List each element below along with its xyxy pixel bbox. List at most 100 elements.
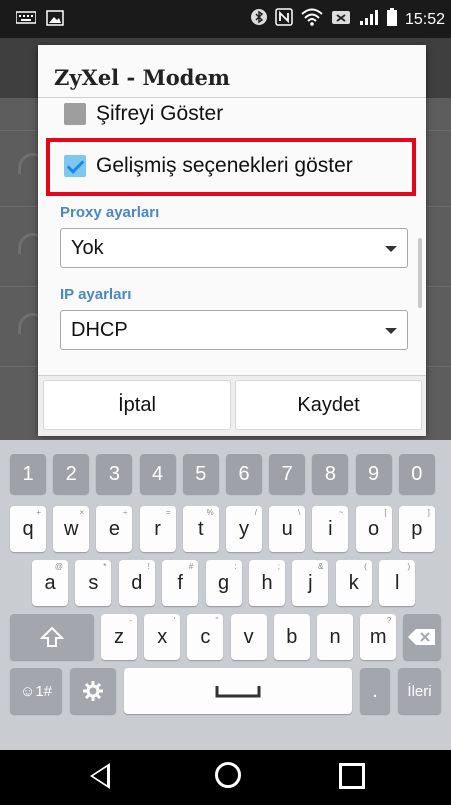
show-password-checkbox[interactable]: Şifreyi Göster — [64, 102, 223, 126]
navigation-bar — [0, 750, 451, 805]
dialog-scroll-area[interactable]: Şifreyi Göster Gelişmiş seçenekleri göst… — [38, 98, 426, 420]
next-key[interactable]: İleri — [398, 668, 441, 714]
shift-key[interactable] — [10, 614, 94, 660]
key-hint: + — [36, 508, 41, 517]
key-hint: & — [318, 562, 324, 571]
key-hint: * — [103, 562, 107, 571]
advanced-options-label: Gelişmiş seçenekleri göster — [96, 154, 353, 177]
settings-key[interactable] — [70, 668, 116, 714]
key-hint: " — [215, 616, 219, 625]
dialog-title: ZyXel - Modem — [54, 65, 231, 90]
proxy-select[interactable]: Yok — [60, 228, 408, 268]
unchecked-box-icon — [64, 103, 86, 125]
key-t[interactable]: t% — [182, 506, 219, 552]
key-hint: = — [165, 508, 171, 517]
ip-select[interactable]: DHCP — [60, 310, 408, 350]
key-hint: ] — [427, 508, 430, 517]
save-button[interactable]: Kaydet — [235, 380, 422, 430]
back-button[interactable] — [90, 763, 110, 789]
key-z[interactable]: z- — [101, 614, 137, 660]
scrollbar[interactable] — [418, 238, 422, 308]
key-hint: ? — [386, 616, 392, 625]
key-hint: ~ — [338, 508, 344, 517]
key-a[interactable]: a @ — [32, 560, 68, 606]
key-u[interactable]: u \ — [269, 506, 306, 552]
ip-settings-label: IP ayarları — [60, 286, 132, 303]
key-b[interactable]: b — [273, 614, 310, 660]
backspace-key[interactable] — [403, 614, 441, 660]
data-saver-icon — [331, 8, 351, 31]
space-key[interactable] — [124, 668, 352, 714]
key-hint: ' — [173, 616, 176, 625]
key-o[interactable]: o[ — [355, 506, 392, 552]
key-i[interactable]: i ~ — [312, 506, 349, 552]
clock: 15:52 — [404, 10, 445, 28]
dropdown-arrow-icon — [385, 246, 397, 252]
symbols-key[interactable]: ☺1# — [10, 668, 62, 714]
bluetooth-icon — [250, 8, 267, 31]
on-screen-keyboard: 1234567890 q + w × e ÷ r = t% y / u \ i ~ o[p] a @ s * d! f #… — [0, 440, 451, 750]
key-k[interactable]: k( — [335, 560, 372, 606]
checkmark-icon — [64, 155, 86, 177]
recents-button[interactable] — [339, 763, 365, 789]
key-9[interactable]: 9 — [355, 454, 392, 494]
show-password-label: Şifreyi Göster — [96, 102, 224, 125]
shift-arrow-icon — [40, 626, 64, 647]
space-bar-icon — [215, 686, 261, 698]
key-g[interactable]: g: — [205, 560, 242, 606]
proxy-value: Yok — [71, 237, 104, 259]
key-q[interactable]: q + — [10, 506, 46, 552]
key-hint: - — [129, 616, 132, 625]
key-j[interactable]: j & — [292, 560, 329, 606]
key-r[interactable]: r = — [139, 506, 176, 552]
home-button[interactable] — [215, 762, 241, 788]
key-5[interactable]: 5 — [182, 454, 219, 494]
key-hint: ÷ — [123, 508, 128, 517]
key-h[interactable]: h; — [249, 560, 285, 606]
battery-icon — [386, 8, 397, 31]
key-3[interactable]: 3 — [96, 454, 133, 494]
key-c[interactable]: c " — [187, 614, 224, 660]
key-hint: / — [254, 508, 257, 517]
key-w[interactable]: w × — [53, 506, 90, 552]
key-hint: ! — [147, 562, 150, 571]
key-hint: # — [188, 562, 194, 571]
dialog-button-bar: İptal Kaydet — [38, 375, 426, 436]
cancel-button[interactable]: İptal — [43, 380, 231, 430]
advanced-options-checkbox[interactable]: Gelişmiş seçenekleri göster — [64, 154, 353, 178]
period-key[interactable]: . — [360, 668, 390, 714]
status-bar: 15:52 — [0, 0, 451, 38]
key-hint: × — [79, 508, 85, 517]
key-6[interactable]: 6 — [226, 454, 262, 494]
key-hint: [ — [384, 508, 387, 517]
dropdown-arrow-icon — [385, 328, 397, 334]
key-m[interactable]: m? — [360, 614, 397, 660]
key-y[interactable]: y / — [226, 506, 262, 552]
wifi-icon — [301, 8, 323, 31]
key-s[interactable]: s * — [75, 560, 112, 606]
proxy-settings-label: Proxy ayarları — [60, 204, 160, 221]
key-d[interactable]: d! — [118, 560, 155, 606]
key-l[interactable]: l) — [379, 560, 416, 606]
key-2[interactable]: 2 — [53, 454, 90, 494]
key-1[interactable]: 1 — [10, 454, 46, 494]
key-hint: ( — [364, 562, 367, 571]
key-0[interactable]: 0 — [398, 454, 435, 494]
key-hint: \ — [297, 508, 301, 517]
key-x[interactable]: x ' — [144, 614, 181, 660]
keyboard-notification-icon — [15, 10, 37, 26]
wifi-network-dialog: ZyXel - Modem Şifreyi Göster Gelişmiş se… — [38, 45, 426, 436]
key-p[interactable]: p] — [398, 506, 435, 552]
key-hint: % — [206, 508, 214, 517]
key-f[interactable]: f # — [162, 560, 199, 606]
image-notification-icon — [46, 10, 64, 26]
key-e[interactable]: e ÷ — [96, 506, 133, 552]
key-4[interactable]: 4 — [139, 454, 176, 494]
key-n[interactable]: n — [317, 614, 353, 660]
gear-icon — [83, 681, 103, 701]
key-hint: : — [234, 562, 237, 571]
key-8[interactable]: 8 — [312, 454, 349, 494]
key-v[interactable]: v — [230, 614, 267, 660]
key-7[interactable]: 7 — [269, 454, 306, 494]
backspace-icon — [408, 629, 435, 645]
